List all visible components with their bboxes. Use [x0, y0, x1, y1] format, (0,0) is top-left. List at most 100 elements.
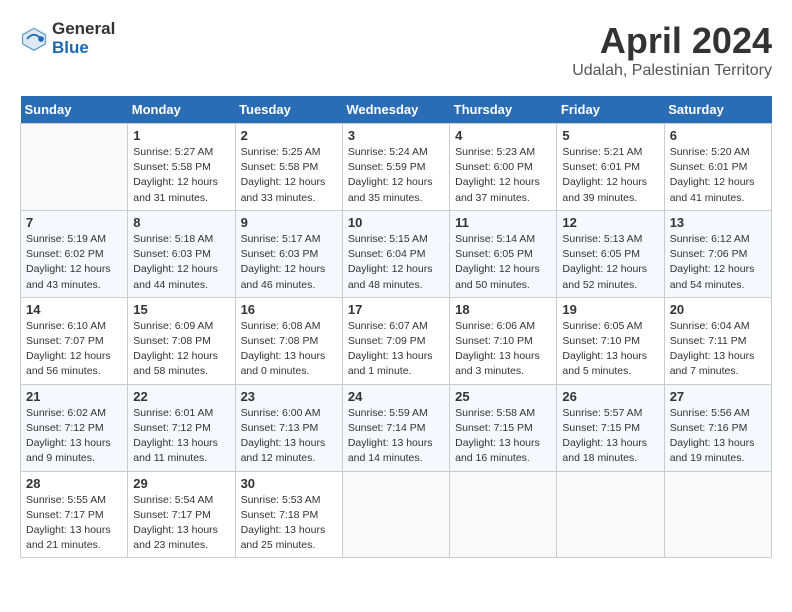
day-info: Sunrise: 5:19 AM Sunset: 6:02 PM Dayligh… [26, 232, 122, 293]
calendar-cell: 9 Sunrise: 5:17 AM Sunset: 6:03 PM Daylig… [235, 210, 342, 297]
day-info: Sunrise: 6:04 AM Sunset: 7:11 PM Dayligh… [670, 319, 766, 380]
day-info: Sunrise: 5:23 AM Sunset: 6:00 PM Dayligh… [455, 145, 551, 206]
calendar-cell [450, 471, 557, 558]
day-info: Sunrise: 5:59 AM Sunset: 7:14 PM Dayligh… [348, 406, 444, 467]
day-info: Sunrise: 5:24 AM Sunset: 5:59 PM Dayligh… [348, 145, 444, 206]
calendar-week-2: 7 Sunrise: 5:19 AM Sunset: 6:02 PM Daylig… [21, 210, 772, 297]
calendar-cell: 21 Sunrise: 6:02 AM Sunset: 7:12 PM Dayli… [21, 384, 128, 471]
day-number: 25 [455, 389, 551, 404]
logo-text: General Blue [52, 20, 115, 57]
header-cell-thursday: Thursday [450, 96, 557, 124]
calendar-cell: 16 Sunrise: 6:08 AM Sunset: 7:08 PM Dayli… [235, 297, 342, 384]
header-cell-monday: Monday [128, 96, 235, 124]
day-info: Sunrise: 6:07 AM Sunset: 7:09 PM Dayligh… [348, 319, 444, 380]
calendar-cell: 24 Sunrise: 5:59 AM Sunset: 7:14 PM Dayli… [342, 384, 449, 471]
day-number: 26 [562, 389, 658, 404]
day-number: 2 [241, 128, 337, 143]
calendar-week-5: 28 Sunrise: 5:55 AM Sunset: 7:17 PM Dayli… [21, 471, 772, 558]
day-number: 24 [348, 389, 444, 404]
calendar-week-3: 14 Sunrise: 6:10 AM Sunset: 7:07 PM Dayli… [21, 297, 772, 384]
calendar-cell: 13 Sunrise: 6:12 AM Sunset: 7:06 PM Dayli… [664, 210, 771, 297]
day-number: 9 [241, 215, 337, 230]
header-cell-tuesday: Tuesday [235, 96, 342, 124]
day-info: Sunrise: 5:15 AM Sunset: 6:04 PM Dayligh… [348, 232, 444, 293]
day-info: Sunrise: 5:55 AM Sunset: 7:17 PM Dayligh… [26, 493, 122, 554]
calendar-cell: 27Sunrise: 5:56 AM Sunset: 7:16 PM Dayli… [664, 384, 771, 471]
day-info: Sunrise: 6:09 AM Sunset: 7:08 PM Dayligh… [133, 319, 229, 380]
day-number: 12 [562, 215, 658, 230]
day-number: 3 [348, 128, 444, 143]
day-info: Sunrise: 5:58 AM Sunset: 7:15 PM Dayligh… [455, 406, 551, 467]
calendar-cell: 7 Sunrise: 5:19 AM Sunset: 6:02 PM Daylig… [21, 210, 128, 297]
day-number: 14 [26, 302, 122, 317]
header-cell-wednesday: Wednesday [342, 96, 449, 124]
day-number: 5 [562, 128, 658, 143]
calendar-week-4: 21 Sunrise: 6:02 AM Sunset: 7:12 PM Dayli… [21, 384, 772, 471]
day-number: 10 [348, 215, 444, 230]
calendar-cell: 14 Sunrise: 6:10 AM Sunset: 7:07 PM Dayli… [21, 297, 128, 384]
calendar-cell: 1Sunrise: 5:27 AM Sunset: 5:58 PM Daylig… [128, 124, 235, 211]
day-info: Sunrise: 6:00 AM Sunset: 7:13 PM Dayligh… [241, 406, 337, 467]
calendar-cell: 22Sunrise: 6:01 AM Sunset: 7:12 PM Dayli… [128, 384, 235, 471]
calendar-table: SundayMondayTuesdayWednesdayThursdayFrid… [20, 96, 772, 558]
day-number: 28 [26, 476, 122, 491]
calendar-cell: 29Sunrise: 5:54 AM Sunset: 7:17 PM Dayli… [128, 471, 235, 558]
calendar-cell: 6 Sunrise: 5:20 AM Sunset: 6:01 PM Daylig… [664, 124, 771, 211]
calendar-header-row: SundayMondayTuesdayWednesdayThursdayFrid… [21, 96, 772, 124]
calendar-title: April 2024 [572, 20, 772, 62]
day-info: Sunrise: 5:13 AM Sunset: 6:05 PM Dayligh… [562, 232, 658, 293]
calendar-cell: 2 Sunrise: 5:25 AM Sunset: 5:58 PM Daylig… [235, 124, 342, 211]
title-area: April 2024 Udalah, Palestinian Territory [572, 20, 772, 80]
header-cell-sunday: Sunday [21, 96, 128, 124]
calendar-cell: 23 Sunrise: 6:00 AM Sunset: 7:13 PM Dayli… [235, 384, 342, 471]
day-info: Sunrise: 5:18 AM Sunset: 6:03 PM Dayligh… [133, 232, 229, 293]
calendar-cell: 20 Sunrise: 6:04 AM Sunset: 7:11 PM Dayli… [664, 297, 771, 384]
day-number: 11 [455, 215, 551, 230]
calendar-cell [21, 124, 128, 211]
day-info: Sunrise: 5:20 AM Sunset: 6:01 PM Dayligh… [670, 145, 766, 206]
calendar-cell: 25 Sunrise: 5:58 AM Sunset: 7:15 PM Dayli… [450, 384, 557, 471]
logo: General Blue [20, 20, 115, 57]
day-info: Sunrise: 5:25 AM Sunset: 5:58 PM Dayligh… [241, 145, 337, 206]
day-number: 23 [241, 389, 337, 404]
header-cell-friday: Friday [557, 96, 664, 124]
calendar-cell: 12 Sunrise: 5:13 AM Sunset: 6:05 PM Dayli… [557, 210, 664, 297]
day-number: 18 [455, 302, 551, 317]
day-info: Sunrise: 6:08 AM Sunset: 7:08 PM Dayligh… [241, 319, 337, 380]
day-number: 8 [133, 215, 229, 230]
day-number: 19 [562, 302, 658, 317]
day-number: 30 [241, 476, 337, 491]
day-info: Sunrise: 5:21 AM Sunset: 6:01 PM Dayligh… [562, 145, 658, 206]
day-number: 4 [455, 128, 551, 143]
day-info: Sunrise: 5:53 AM Sunset: 7:18 PM Dayligh… [241, 493, 337, 554]
day-number: 13 [670, 215, 766, 230]
day-number: 20 [670, 302, 766, 317]
calendar-cell: 30 Sunrise: 5:53 AM Sunset: 7:18 PM Dayli… [235, 471, 342, 558]
calendar-cell [664, 471, 771, 558]
calendar-cell [557, 471, 664, 558]
day-info: Sunrise: 6:05 AM Sunset: 7:10 PM Dayligh… [562, 319, 658, 380]
calendar-cell: 26 Sunrise: 5:57 AM Sunset: 7:15 PM Dayli… [557, 384, 664, 471]
day-info: Sunrise: 5:57 AM Sunset: 7:15 PM Dayligh… [562, 406, 658, 467]
calendar-cell: 3 Sunrise: 5:24 AM Sunset: 5:59 PM Daylig… [342, 124, 449, 211]
calendar-cell: 17Sunrise: 6:07 AM Sunset: 7:09 PM Dayli… [342, 297, 449, 384]
day-info: Sunrise: 5:17 AM Sunset: 6:03 PM Dayligh… [241, 232, 337, 293]
day-number: 29 [133, 476, 229, 491]
calendar-week-1: 1Sunrise: 5:27 AM Sunset: 5:58 PM Daylig… [21, 124, 772, 211]
calendar-cell: 15 Sunrise: 6:09 AM Sunset: 7:08 PM Dayli… [128, 297, 235, 384]
day-number: 1 [133, 128, 229, 143]
calendar-cell: 4 Sunrise: 5:23 AM Sunset: 6:00 PM Daylig… [450, 124, 557, 211]
day-number: 21 [26, 389, 122, 404]
calendar-cell: 8 Sunrise: 5:18 AM Sunset: 6:03 PM Daylig… [128, 210, 235, 297]
day-info: Sunrise: 6:02 AM Sunset: 7:12 PM Dayligh… [26, 406, 122, 467]
day-info: Sunrise: 6:10 AM Sunset: 7:07 PM Dayligh… [26, 319, 122, 380]
calendar-cell [342, 471, 449, 558]
calendar-subtitle: Udalah, Palestinian Territory [572, 62, 772, 80]
day-number: 22 [133, 389, 229, 404]
day-info: Sunrise: 6:12 AM Sunset: 7:06 PM Dayligh… [670, 232, 766, 293]
day-number: 6 [670, 128, 766, 143]
calendar-cell: 10 Sunrise: 5:15 AM Sunset: 6:04 PM Dayli… [342, 210, 449, 297]
day-number: 15 [133, 302, 229, 317]
day-number: 16 [241, 302, 337, 317]
day-number: 7 [26, 215, 122, 230]
